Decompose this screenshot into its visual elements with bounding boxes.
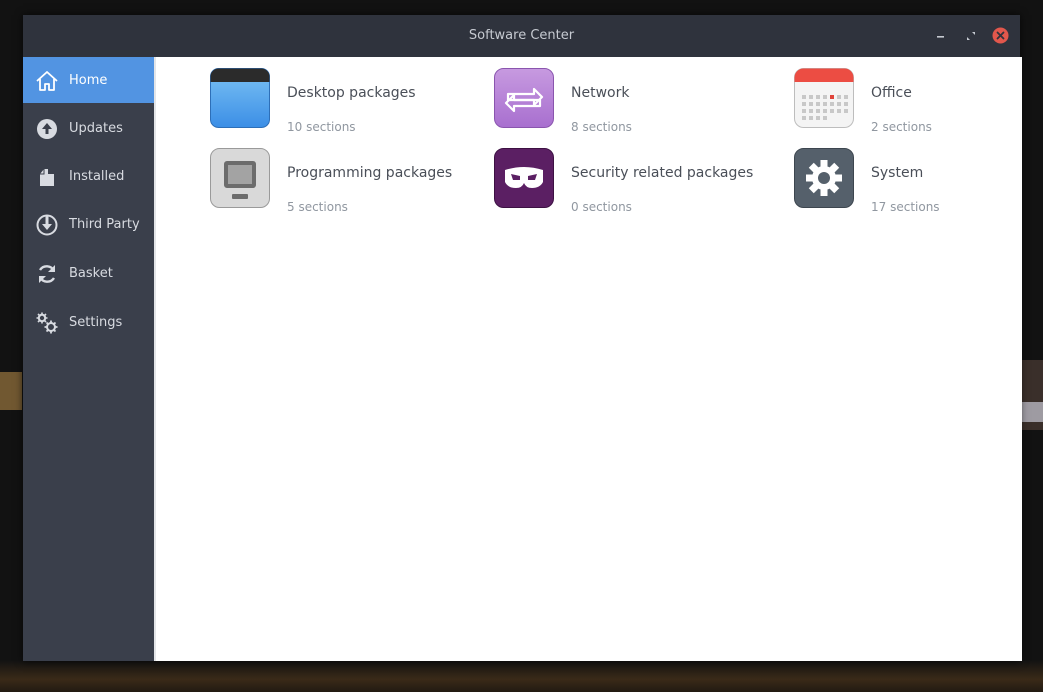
category-grid: Desktop packages 10 sections Network 8 s…: [154, 57, 1022, 661]
category-name: System: [871, 165, 924, 181]
category-name: Security related packages: [571, 165, 754, 181]
category-count: 2 sections: [871, 120, 932, 134]
sidebar-item-label: Updates: [69, 121, 123, 136]
background-light-right-2: [1020, 402, 1043, 422]
category-count: 8 sections: [571, 120, 632, 134]
sidebar-item-settings[interactable]: Settings: [23, 299, 154, 345]
calendar-icon: [794, 68, 854, 128]
package-icon: [40, 169, 54, 186]
sidebar-item-label: Home: [69, 73, 108, 88]
close-button[interactable]: [992, 27, 1009, 44]
sidebar: Home Updates Installed Third Party Baske…: [23, 57, 154, 661]
background-light-left: [0, 372, 22, 410]
category-name: Network: [571, 85, 630, 101]
monitor-icon: [210, 148, 270, 208]
maximize-button[interactable]: [963, 28, 979, 44]
category-name: Desktop packages: [287, 85, 416, 101]
category-office[interactable]: Office 2 sections: [794, 68, 1043, 134]
download-icon: [36, 214, 58, 236]
title-bar[interactable]: Software Center: [23, 15, 1020, 57]
sidebar-item-updates[interactable]: Updates: [23, 105, 154, 151]
sidebar-item-home[interactable]: Home: [23, 57, 154, 103]
category-name: Programming packages: [287, 165, 453, 181]
sidebar-item-installed[interactable]: Installed: [23, 153, 154, 199]
category-security-packages[interactable]: Security related packages 0 sections: [494, 148, 774, 214]
software-center-window: Software Center Home Updates Installed T…: [23, 15, 1022, 661]
minimize-button[interactable]: [933, 28, 949, 44]
category-count: 10 sections: [287, 120, 356, 134]
category-count: 17 sections: [871, 200, 940, 214]
sync-icon: [38, 265, 56, 283]
sidebar-item-label: Third Party: [69, 217, 140, 232]
sidebar-item-label: Settings: [69, 315, 123, 330]
category-system[interactable]: System 17 sections: [794, 148, 1043, 214]
category-name: Office: [871, 85, 912, 101]
category-programming-packages[interactable]: Programming packages 5 sections: [210, 148, 490, 214]
gear-icon: [794, 148, 854, 208]
window-title: Software Center: [468, 28, 575, 43]
arrow-up-circle-icon: [37, 119, 57, 139]
sidebar-item-label: Basket: [69, 266, 113, 281]
category-network[interactable]: Network 8 sections: [494, 68, 774, 134]
category-desktop-packages[interactable]: Desktop packages 10 sections: [210, 68, 490, 134]
desktop-window-icon: [210, 68, 270, 128]
sidebar-item-basket[interactable]: Basket: [23, 250, 154, 296]
gears-icon: [36, 312, 58, 334]
category-count: 0 sections: [571, 200, 632, 214]
network-arrows-icon: [494, 68, 554, 128]
sidebar-item-label: Installed: [69, 169, 125, 184]
background-bottom: [0, 660, 1043, 692]
sidebar-item-third-party[interactable]: Third Party: [23, 201, 154, 247]
home-icon: [36, 71, 58, 91]
mask-icon: [494, 148, 554, 208]
category-count: 5 sections: [287, 200, 348, 214]
